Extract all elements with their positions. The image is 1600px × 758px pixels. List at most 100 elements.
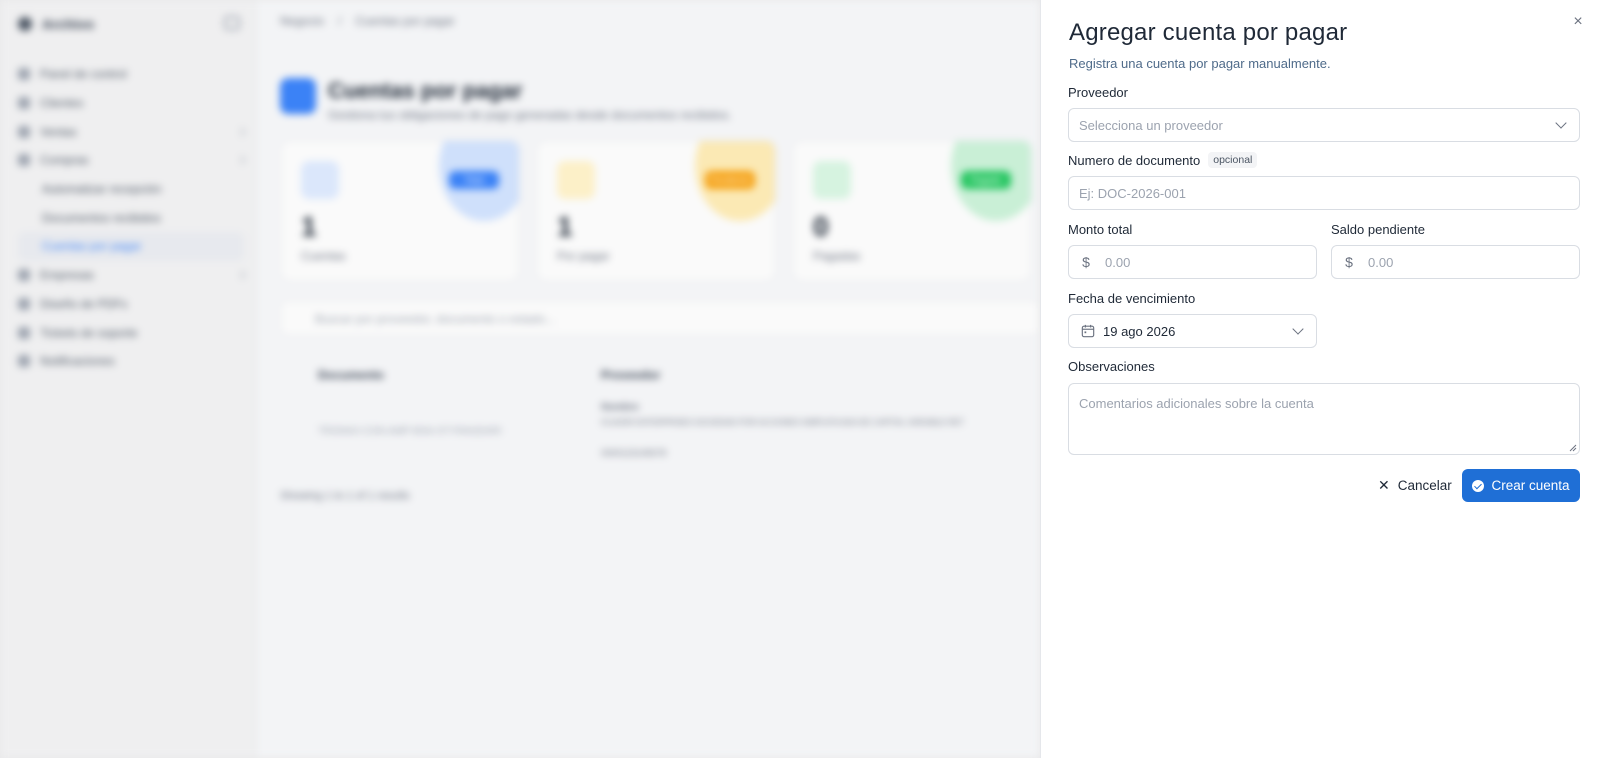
total-label: Monto total (1068, 222, 1132, 237)
docnum-label-text: Numero de documento (1068, 152, 1201, 168)
row-provider-id: 0000123145678 (601, 448, 667, 458)
sidebar-item-label: Clientes (40, 96, 84, 111)
card-label: Cuentas (301, 249, 346, 263)
brand-name: Archivo (42, 16, 95, 32)
stat-card: Total 1 Cuentas (280, 140, 520, 282)
sidebar-item-label: Documentos recibidos (42, 210, 161, 225)
breadcrumb: Negocio / Cuentas por pagar (280, 14, 455, 28)
row-provider-title: Nombre (601, 402, 639, 413)
provider-select[interactable]: Selecciona un proveedor (1068, 108, 1580, 142)
card-pill: Total (449, 171, 499, 189)
close-icon: ✕ (1378, 477, 1390, 493)
provider-placeholder: Selecciona un proveedor (1079, 117, 1223, 133)
stat-card: Pendiente 1 Por pagar (536, 140, 776, 282)
cancel-label: Cancelar (1397, 477, 1452, 493)
due-date-picker[interactable]: 19 ago 2026 (1068, 314, 1317, 348)
dollar-icon: $ (1082, 254, 1090, 270)
table-header: Documento Proveedor (280, 356, 1040, 396)
card-icon (813, 161, 851, 199)
sidebar-item-label: Notificaciones (40, 354, 115, 369)
sidebar-item-label: Automatizar recepción (42, 182, 162, 197)
row-provider-name: ICUADRI ENTERPRISES SOCIEDAD POR ACCIONE… (601, 418, 965, 427)
balance-label: Saldo pendiente (1331, 222, 1425, 237)
sidebar-collapse-icon (224, 16, 240, 30)
page-title: Cuentas por pagar (328, 78, 523, 103)
sidebar-item-label: Empresas (40, 268, 95, 283)
background-app: Archivo Panel de control Clientes Ventas Co… (0, 0, 1040, 758)
sidebar-item: Diseño de PDFs (18, 290, 244, 319)
nav-icon (18, 326, 30, 339)
check-circle-icon (1472, 479, 1485, 492)
optional-badge: opcional (1208, 152, 1258, 168)
sidebar-item: Documentos recibidos (18, 203, 244, 232)
card-pill: Pagado (961, 171, 1011, 189)
provider-label-text: Proveedor (1068, 85, 1128, 100)
nav-icon (18, 355, 30, 368)
notes-placeholder: Comentarios adicionales sobre la cuenta (1079, 396, 1314, 411)
stat-card: Pagado 0 Pagadas (792, 140, 1032, 282)
chevron-down-icon (1292, 323, 1304, 335)
cancel-button[interactable]: ✕ Cancelar (1370, 468, 1460, 502)
total-amount-input[interactable]: $ 0.00 (1068, 245, 1317, 279)
chevron-icon (236, 270, 246, 280)
create-label: Crear cuenta (1491, 478, 1570, 493)
close-icon[interactable]: × (1570, 14, 1586, 30)
notes-textarea[interactable]: Comentarios adicionales sobre la cuenta (1068, 383, 1580, 455)
sidebar-item-label: Compras (40, 153, 89, 168)
brand: Archivo (18, 16, 94, 32)
sidebar-item: Compras (18, 146, 246, 175)
sidebar-item-label: Tickets de soporte (40, 325, 138, 340)
sidebar-item: Automatizar recepción (18, 175, 244, 204)
page-header: Cuentas por pagar Gestiona tus obligacio… (280, 78, 732, 122)
results-count: Showing 1 to 1 of 1 results (280, 490, 410, 502)
pending-balance-input[interactable]: $ 0.00 (1331, 245, 1580, 279)
sidebar-item: Clientes (18, 89, 244, 118)
panel-subtitle: Registra una cuenta por pagar manualment… (1069, 56, 1331, 71)
card-icon (557, 161, 595, 199)
table-row: TRONAX-CON-AMP-BSA-STYRAGEARI Nombre ICU… (280, 400, 1040, 466)
nav-icon (18, 269, 30, 282)
sidebar-item-label: Diseño de PDFs (40, 296, 128, 311)
due-date-label: Fecha de vencimiento (1068, 291, 1195, 306)
card-number: 0 (813, 211, 829, 242)
stat-cards: Total 1 Cuentas Pendiente 1 Por pagar Pagado 0 P… (280, 140, 1032, 282)
resize-handle-icon[interactable] (1569, 444, 1577, 452)
sidebar-item: Ventas (18, 117, 246, 146)
sidebar-nav: Panel de control Clientes Ventas Compras Aut… (18, 60, 246, 376)
docnum-placeholder: Ej: DOC-2026-001 (1079, 185, 1186, 201)
provider-label: Proveedor (1068, 85, 1128, 100)
docnum-label: Numero de documento opcional (1068, 152, 1258, 168)
sidebar-item: Cuentas por pagar (18, 232, 244, 261)
chevron-down-icon (1555, 117, 1567, 129)
card-label: Pagadas (813, 249, 861, 263)
total-placeholder: 0.00 (1105, 254, 1131, 270)
column-proveedor: Proveedor (601, 368, 661, 382)
card-label: Por pagar (557, 249, 610, 263)
breadcrumb-root: Negocio (280, 14, 325, 28)
breadcrumb-separator: / (338, 14, 342, 28)
nav-icon (18, 297, 30, 310)
card-pill: Pendiente (705, 171, 755, 189)
chevron-icon (236, 127, 246, 136)
due-date-label-text: Fecha de vencimiento (1068, 291, 1196, 306)
notes-label-text: Observaciones (1068, 359, 1155, 374)
balance-placeholder: 0.00 (1368, 254, 1394, 270)
page-icon (280, 78, 316, 114)
notes-label: Observaciones (1068, 359, 1155, 374)
sidebar-item: Notificaciones (18, 347, 244, 376)
sidebar: Archivo Panel de control Clientes Ventas Co… (0, 0, 256, 758)
sidebar-item: Panel de control (18, 60, 244, 89)
chevron-icon (236, 156, 246, 165)
nav-icon (18, 125, 30, 138)
sidebar-item: Empresas (18, 261, 246, 290)
create-account-button[interactable]: Crear cuenta (1462, 469, 1580, 502)
main-content: Negocio / Cuentas por pagar Cuentas por … (256, 0, 1040, 758)
panel-title: Agregar cuenta por pagar (1069, 19, 1348, 46)
sidebar-item-label: Panel de control (40, 67, 127, 82)
page-subtitle: Gestiona tus obligaciones de pago genera… (328, 108, 732, 122)
document-number-input[interactable]: Ej: DOC-2026-001 (1068, 176, 1580, 210)
nav-icon (18, 68, 30, 81)
due-date-value: 19 ago 2026 (1103, 323, 1176, 339)
row-document: TRONAX-CON-AMP-BSA-STYRAGEARI (318, 426, 502, 437)
brand-logo-icon (18, 17, 32, 31)
